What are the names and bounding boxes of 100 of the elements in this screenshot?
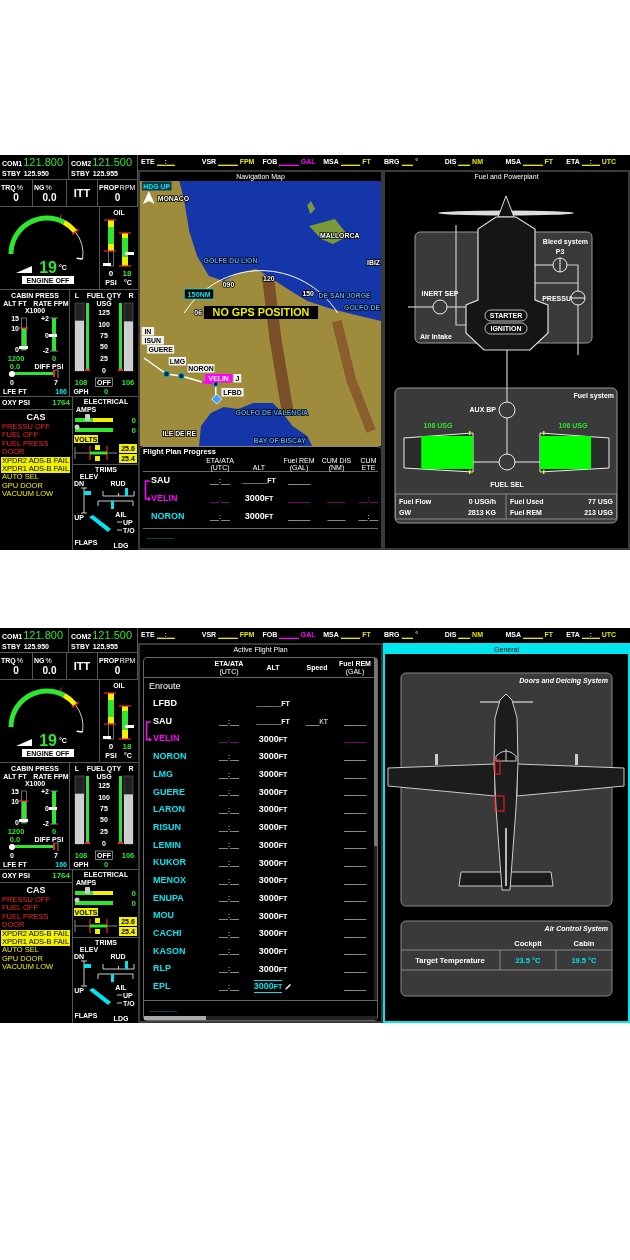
active-leg-arrow-icon xyxy=(145,720,152,742)
fuel-value: _____ xyxy=(342,910,368,923)
waypoint-name[interactable]: KUKOR xyxy=(144,856,210,870)
temperature-value: 19 xyxy=(39,259,57,276)
temperature-value: 18 xyxy=(122,742,132,751)
oil-gauge-drawing xyxy=(103,219,134,267)
fuel-value: _____ xyxy=(342,980,368,993)
gauge-value: 0 xyxy=(114,665,121,676)
oxygen-value: 1764 xyxy=(52,870,70,882)
gauge-value: 0 xyxy=(114,192,121,203)
eta-value: __:__ xyxy=(218,874,240,887)
pressure-value: 0 xyxy=(108,742,114,751)
radio-frequency: 121.800 xyxy=(23,630,63,641)
ete-value: __:__ xyxy=(357,511,380,523)
temperature-value: 18 xyxy=(122,269,132,278)
radio-frequency: 121.800 xyxy=(23,157,63,168)
waypoint-name[interactable]: EPL xyxy=(144,980,210,994)
oil-gauge-drawing xyxy=(103,692,134,740)
eta-value: __:__ xyxy=(218,892,240,905)
waypoint-name[interactable]: SAU xyxy=(144,714,210,729)
voltmeter-drawing xyxy=(74,918,118,934)
waypoint-name[interactable]: GUERE xyxy=(144,785,210,800)
eta-value: __:__ xyxy=(218,945,240,958)
gauge-value: 0 xyxy=(13,192,19,203)
eta-value: __:__ xyxy=(218,910,240,923)
fuel-value: _____ xyxy=(286,475,312,487)
gauge-value: 0 xyxy=(13,665,19,676)
eta-value: __:__ xyxy=(218,750,240,763)
altitude-bar-drawing xyxy=(18,790,29,824)
amps-value: 0 xyxy=(131,416,136,425)
waypoint-name[interactable]: CACHI xyxy=(144,927,210,941)
distance-value: ____ xyxy=(326,493,347,505)
aircraft-icon xyxy=(142,191,155,204)
flap-detent-marks xyxy=(116,521,123,531)
cas-title: CAS xyxy=(26,885,46,896)
waypoint-name[interactable]: MOU xyxy=(144,909,210,923)
island-drawing xyxy=(307,201,316,214)
elevator-trim-drawing xyxy=(80,960,91,987)
fuel-value: _____ xyxy=(342,715,368,728)
eta-value: __:__ xyxy=(218,963,240,976)
waypoint-name[interactable]: NORON xyxy=(143,510,201,524)
climb-rate-bar-drawing xyxy=(49,790,59,825)
climb-rate-bar-drawing xyxy=(49,317,59,352)
amps-value: 0 xyxy=(131,426,136,435)
waypoint-name[interactable]: RISUN xyxy=(144,820,210,835)
eta-value: __:__ xyxy=(218,821,240,834)
waypoint-entry-field[interactable]: ______ xyxy=(150,1002,177,1015)
eta-value: __:__ xyxy=(218,786,240,799)
waypoint-name[interactable]: ENUPA xyxy=(144,891,210,906)
eta-value: __:__ xyxy=(209,511,231,523)
ammeter-bar-drawing xyxy=(75,887,113,895)
active-leg-arrow-icon xyxy=(144,480,151,501)
waypoint-name[interactable]: LFBD xyxy=(144,697,210,711)
waypoint-name[interactable]: VELIN xyxy=(144,732,210,746)
eta-value: __:__ xyxy=(218,803,240,816)
radio-frequency: 121.500 xyxy=(92,157,132,168)
fuel-value: _____ xyxy=(342,821,368,834)
scroll-thumb[interactable] xyxy=(144,1016,206,1020)
waypoint-name[interactable]: VELIN xyxy=(143,492,201,506)
oxygen-value: 1764 xyxy=(52,397,70,409)
amps-value: 0 xyxy=(131,889,136,898)
gauge-value: 0.0 xyxy=(42,192,57,203)
waypoint-name[interactable]: LMG xyxy=(144,767,210,782)
eta-value: __:__ xyxy=(218,715,240,728)
pressure-bar-drawing xyxy=(9,369,59,379)
cas-title: CAS xyxy=(26,412,46,423)
fuel-value: _____ xyxy=(342,733,368,746)
fuel-value: _____ xyxy=(342,892,368,905)
aileron-trim-drawing xyxy=(97,500,134,509)
fuel-value: _____ xyxy=(342,839,368,852)
pencil-icon xyxy=(285,983,292,990)
aileron-trim-drawing xyxy=(97,973,134,982)
waypoint-name[interactable]: NORON xyxy=(144,750,210,764)
elevator-trim-drawing xyxy=(80,487,91,514)
voltmeter-drawing xyxy=(74,445,118,461)
waypoint-name[interactable]: KASON xyxy=(144,944,210,959)
fuel-value: _____ xyxy=(342,927,368,940)
scroll-thumb[interactable] xyxy=(374,658,377,847)
waypoint-entry-field[interactable]: ______ xyxy=(147,529,174,542)
altitude-bar-drawing xyxy=(18,317,29,351)
fuel-value: _____ xyxy=(342,963,368,976)
flaps-indicator-drawing xyxy=(89,515,111,532)
fuel-value: _____ xyxy=(342,874,368,887)
waypoint-name[interactable]: LEMIN xyxy=(144,838,210,853)
fuel-value: _____ xyxy=(342,768,368,781)
radio-frequency: 121.500 xyxy=(92,630,132,641)
ammeter-bar-drawing xyxy=(74,424,113,432)
waypoint-name[interactable]: LARON xyxy=(144,803,210,817)
waypoint-name[interactable]: RLP xyxy=(144,962,210,976)
ammeter-bar-drawing xyxy=(74,897,113,905)
pressure-value: 0 xyxy=(108,269,114,278)
waypoint-name[interactable]: SAU xyxy=(143,474,201,488)
waypoint-name[interactable]: MENOX xyxy=(144,873,210,888)
fuel-value: _____ xyxy=(342,803,368,816)
flap-detent-marks xyxy=(116,994,123,1004)
ete-value: __:__ xyxy=(357,493,380,505)
eta-value: __:__ xyxy=(218,839,240,852)
eta-value: __:__ xyxy=(218,927,240,940)
fuel-value: _____ xyxy=(342,786,368,799)
rudder-trim-drawing xyxy=(102,488,135,497)
